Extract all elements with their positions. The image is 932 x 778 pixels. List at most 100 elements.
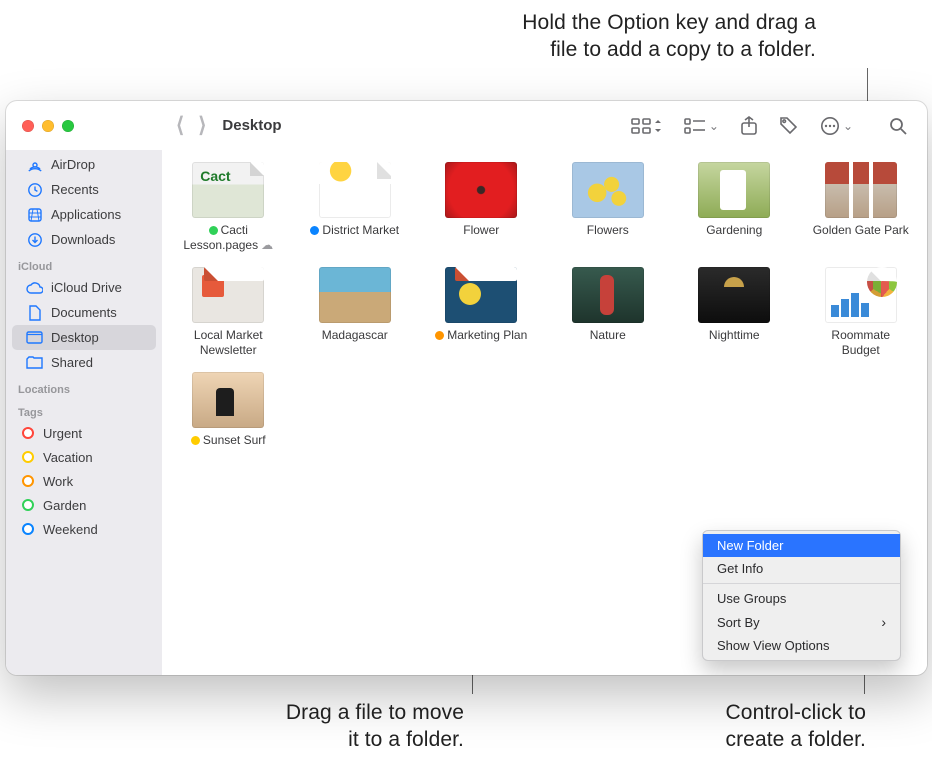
ctx-view-options[interactable]: Show View Options [703,634,900,657]
sidebar-item-label: Recents [51,182,99,197]
file-item[interactable]: Nature [547,267,670,358]
document-icon [26,304,43,321]
file-name: Madagascar [322,328,388,343]
sidebar-item-label: iCloud Drive [51,280,122,295]
file-name: Nighttime [709,328,760,343]
sidebar-section-locations: Locations [6,375,162,398]
file-thumbnail [698,267,770,323]
chevron-down-icon: ⌄ [843,119,853,133]
sidebar-tag-vacation[interactable]: Vacation [6,445,162,469]
sidebar-item-label: Downloads [51,232,115,247]
share-button[interactable] [741,116,757,135]
chevron-right-icon: › [881,614,886,630]
file-thumbnail [192,267,264,323]
sidebar-tag-garden[interactable]: Garden [6,493,162,517]
tag-label: Work [43,474,73,489]
sidebar-item-applications[interactable]: Applications [12,202,156,227]
file-name: District Market [310,223,399,238]
cloud-icon [26,279,43,296]
tag-label: Garden [43,498,86,513]
file-thumbnail [445,267,517,323]
sidebar-tag-weekend[interactable]: Weekend [6,517,162,541]
context-menu: New Folder Get Info Use Groups Sort By› … [702,530,901,661]
file-item[interactable]: Local MarketNewsletter [167,267,290,358]
clock-icon [26,181,43,198]
tag-dot-icon [22,475,34,487]
file-name: Flowers [587,223,629,238]
file-thumbnail [825,162,897,218]
sidebar-item-label: Shared [51,355,93,370]
file-name: Golden Gate Park [813,223,909,238]
file-item[interactable]: Flower [420,162,543,253]
tag-label: Urgent [43,426,82,441]
window-controls [6,120,162,132]
file-name: Nature [590,328,626,343]
file-thumbnail [825,267,897,323]
sidebar-tag-urgent[interactable]: Urgent [6,421,162,445]
file-item[interactable]: Madagascar [294,267,417,358]
sidebar-tag-work[interactable]: Work [6,469,162,493]
file-item[interactable]: Gardening [673,162,796,253]
sidebar-item-label: AirDrop [51,157,95,172]
file-item[interactable]: Flowers [547,162,670,253]
shared-folder-icon [26,354,43,371]
sidebar-item-recents[interactable]: Recents [12,177,156,202]
content-area[interactable]: CactiLesson.pages☁︎ District Market Flower… [162,150,927,675]
sidebar-item-downloads[interactable]: Downloads [12,227,156,252]
downloads-icon [26,231,43,248]
zoom-button[interactable] [62,120,74,132]
sidebar-item-shared[interactable]: Shared [12,350,156,375]
file-name: Local MarketNewsletter [194,328,263,358]
tag-label: Weekend [43,522,98,537]
file-item[interactable]: Nighttime [673,267,796,358]
desktop-icon [26,329,43,346]
close-button[interactable] [22,120,34,132]
forward-button[interactable]: ⟩ [198,115,206,136]
minimize-button[interactable] [42,120,54,132]
updown-icon [654,118,662,134]
sidebar-item-label: Documents [51,305,117,320]
tag-dot-icon [22,523,34,535]
toolbar: ⟨ ⟩ Desktop ⌄ ⌄ [6,101,927,150]
search-button[interactable] [889,117,907,135]
ctx-use-groups[interactable]: Use Groups [703,587,900,610]
file-name: RoommateBudget [831,328,890,358]
file-item[interactable]: Sunset Surf [167,372,290,448]
file-item[interactable]: District Market [294,162,417,253]
ctx-new-folder[interactable]: New Folder [703,534,900,557]
sidebar-item-label: Desktop [51,330,99,345]
file-name: Gardening [706,223,762,238]
file-thumbnail [192,162,264,218]
more-button[interactable]: ⌄ [820,116,853,136]
file-thumbnail [572,267,644,323]
group-button[interactable]: ⌄ [684,118,719,134]
callout-bottom-left: Drag a file to move it to a folder. [204,700,464,754]
sidebar-section-tags: Tags [6,398,162,421]
chevron-down-icon: ⌄ [709,119,719,133]
sidebar-item-label: Applications [51,207,121,222]
tag-button[interactable] [779,116,798,135]
sidebar-item-documents[interactable]: Documents [12,300,156,325]
callout-bottom-right: Control-click to create a folder. [636,700,866,754]
file-thumbnail [698,162,770,218]
file-thumbnail [319,267,391,323]
sidebar: AirDrop Recents Applications Downloads i… [6,150,162,675]
ctx-get-info[interactable]: Get Info [703,557,900,580]
view-mode-button[interactable] [631,118,662,134]
sidebar-item-desktop[interactable]: Desktop [12,325,156,350]
ctx-sort-by[interactable]: Sort By› [703,610,900,634]
applications-icon [26,206,43,223]
file-item[interactable]: CactiLesson.pages☁︎ [167,162,290,253]
ctx-separator [703,583,900,584]
file-item[interactable]: Marketing Plan [420,267,543,358]
tag-dot-icon [22,499,34,511]
sidebar-item-airdrop[interactable]: AirDrop [12,152,156,177]
toolbar-right: ⌄ ⌄ [631,116,927,136]
file-item[interactable]: Golden Gate Park [800,162,923,253]
callout-top: Hold the Option key and drag a file to a… [416,10,816,64]
sidebar-item-icloud-drive[interactable]: iCloud Drive [12,275,156,300]
file-item[interactable]: RoommateBudget [800,267,923,358]
back-button[interactable]: ⟨ [176,115,184,136]
file-thumbnail [319,162,391,218]
tag-label: Vacation [43,450,93,465]
